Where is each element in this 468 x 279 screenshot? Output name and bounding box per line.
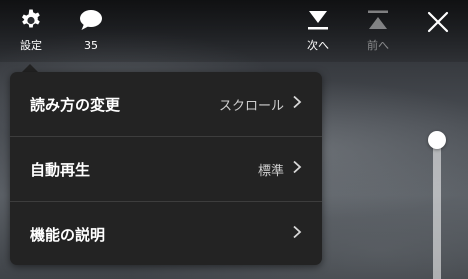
menu-item-feature-guide[interactable]: 機能の説明 <box>10 202 322 266</box>
chevron-right-icon <box>292 225 302 243</box>
next-arrow-icon <box>306 8 330 35</box>
settings-menu: 読み方の変更 スクロール 自動再生 標準 機能の説明 <box>10 72 322 265</box>
menu-item-value-group: スクロール <box>219 95 302 114</box>
comments-count: 35 <box>84 39 98 52</box>
previous-arrow-icon <box>366 8 390 35</box>
previous-button[interactable]: 前へ <box>362 8 394 52</box>
chevron-right-icon <box>292 95 302 113</box>
page-slider-thumb[interactable] <box>428 131 446 149</box>
close-icon <box>426 10 450 37</box>
menu-item-label: 読み方の変更 <box>30 95 121 114</box>
popover-arrow <box>22 64 38 72</box>
close-button[interactable] <box>424 10 452 38</box>
page-slider-track[interactable] <box>433 142 441 279</box>
speech-bubble-icon <box>78 8 104 35</box>
menu-item-value: スクロール <box>218 98 284 114</box>
top-toolbar: 設定 35 次へ 前へ <box>0 0 468 62</box>
settings-button[interactable]: 設定 <box>16 8 46 52</box>
menu-item-label: 自動再生 <box>30 160 91 179</box>
menu-item-autoplay[interactable]: 自動再生 標準 <box>10 137 322 201</box>
menu-item-value-group: 標準 <box>258 160 302 179</box>
gear-icon <box>19 8 43 35</box>
comments-button[interactable]: 35 <box>76 8 106 52</box>
menu-item-value-group <box>284 225 302 243</box>
menu-item-reading-mode[interactable]: 読み方の変更 スクロール <box>10 72 322 136</box>
menu-item-value: 標準 <box>257 163 284 179</box>
settings-label: 設定 <box>20 39 42 52</box>
next-label: 次へ <box>307 39 329 52</box>
chevron-right-icon <box>292 160 302 178</box>
next-button[interactable]: 次へ <box>302 8 334 52</box>
menu-item-label: 機能の説明 <box>30 225 106 244</box>
previous-label: 前へ <box>367 39 389 52</box>
